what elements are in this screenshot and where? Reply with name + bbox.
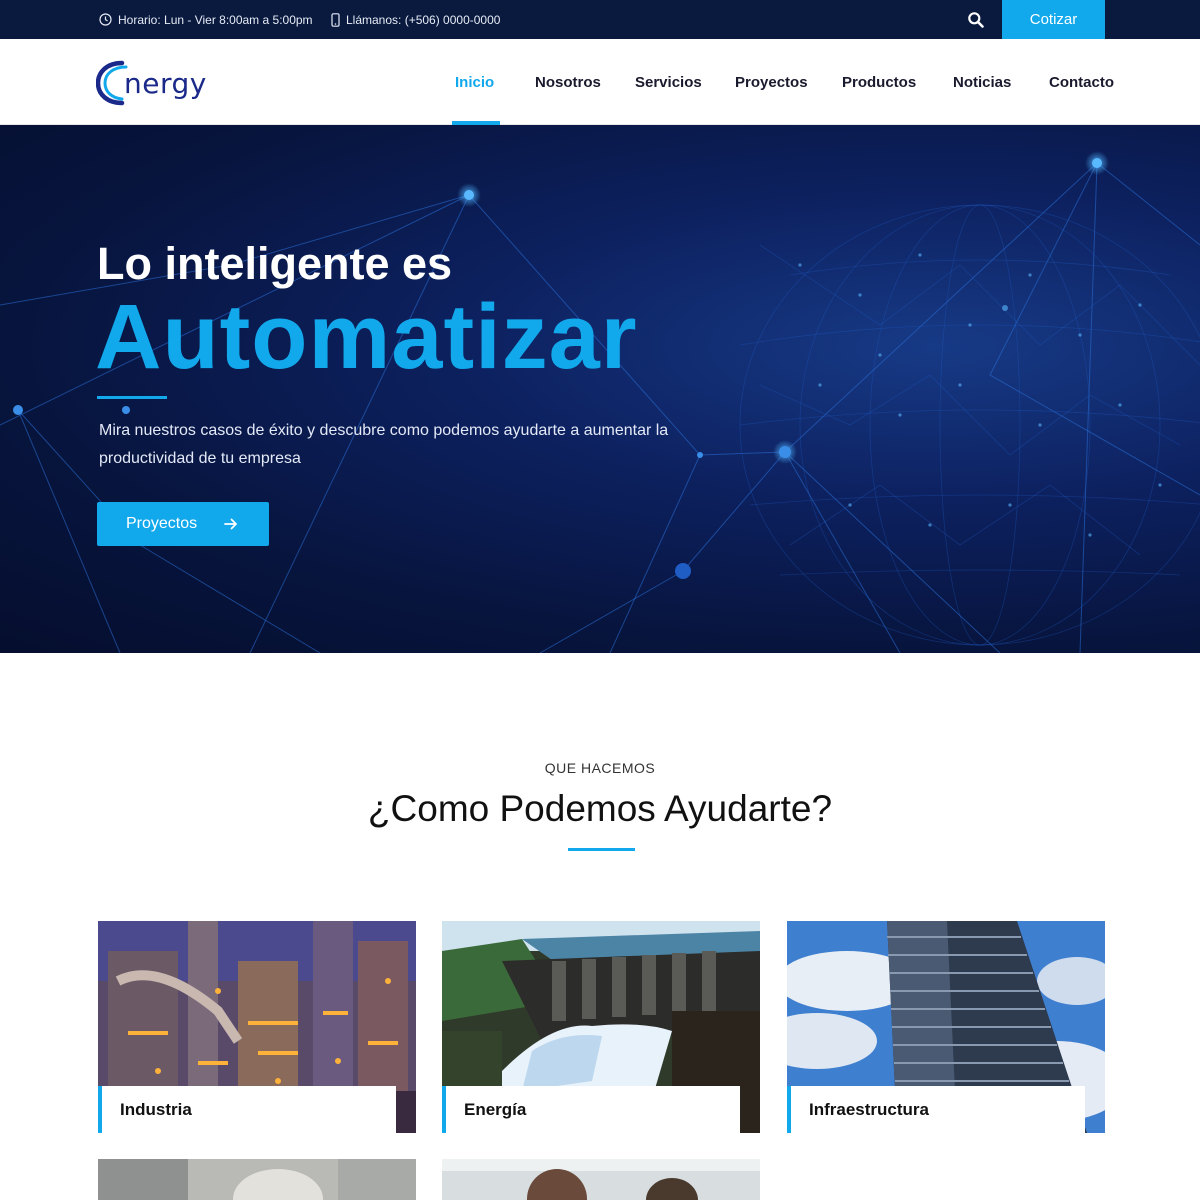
service-card-4[interactable] [98,1159,416,1200]
nav-noticias[interactable]: Noticias [953,39,1011,125]
hero-title: Lo inteligente es [97,238,453,289]
clock-icon [99,13,112,26]
section-eyebrow: QUE HACEMOS [544,760,656,776]
hero-subtitle: Mira nuestros casos de éxito y descubre … [99,422,669,467]
service-card-industria[interactable]: Industria [98,921,416,1133]
business-hours: Horario: Lun - Vier 8:00am a 5:00pm [99,0,313,39]
hero-highlight: Automatizar [95,286,638,388]
brand-logo[interactable]: nergy [95,57,208,109]
office-image [442,1159,760,1200]
nav-inicio[interactable]: Inicio [455,39,494,125]
logo-text: nergy [124,67,207,100]
section-divider [568,848,635,851]
nav-contacto[interactable]: Contacto [1049,39,1114,125]
mobile-phone-icon [331,12,340,27]
phone-text[interactable]: Llámanos: (+506) 0000-0000 [346,13,500,27]
projects-button[interactable]: Proyectos [97,502,269,546]
service-card-infraestructura[interactable]: Infraestructura [787,921,1105,1133]
nav-proyectos[interactable]: Proyectos [735,39,808,125]
business-hours-text: Horario: Lun - Vier 8:00am a 5:00pm [118,12,313,27]
nav-servicios[interactable]: Servicios [635,39,702,125]
card-label: Infraestructura [787,1086,1085,1133]
card-label: Industria [98,1086,396,1133]
arrow-right-icon [223,516,239,537]
hero-divider [97,396,167,399]
nav-nosotros[interactable]: Nosotros [535,39,601,125]
quote-button[interactable]: Cotizar [1002,0,1105,39]
projects-button-label: Proyectos [126,515,198,532]
card-label: Energía [442,1086,740,1133]
service-card-5[interactable] [442,1159,760,1200]
main-header: nergy Inicio Nosotros Servicios Proyecto… [0,39,1200,125]
hero-banner: Lo inteligente es Automatizar Mira nuest… [0,125,1200,653]
lab-worker-image [98,1159,416,1200]
search-icon[interactable] [966,10,986,30]
section-title: ¿Como Podemos Ayudarte? [367,788,833,829]
top-bar: Horario: Lun - Vier 8:00am a 5:00pm Llám… [0,0,1200,39]
phone-info: Llámanos: (+506) 0000-0000 [331,0,500,39]
service-card-energia[interactable]: Energía [442,921,760,1133]
nav-productos[interactable]: Productos [842,39,916,125]
